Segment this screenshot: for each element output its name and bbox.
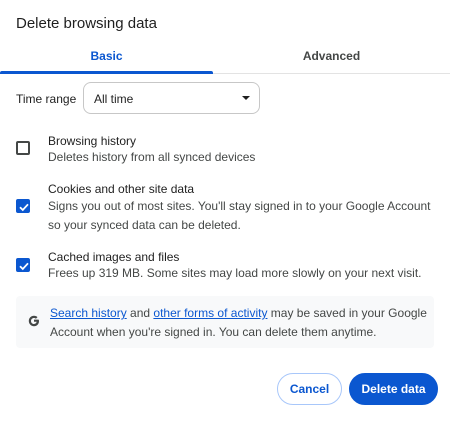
checkmark-icon [19,203,29,212]
option-description: Signs you out of most sites. You'll stay… [48,199,431,232]
tab-basic-label: Basic [90,49,123,63]
dialog-title: Delete browsing data [16,15,157,32]
tab-basic[interactable]: Basic [0,43,213,74]
time-range-select[interactable]: All time [83,82,260,114]
option-title: Cookies and other site data [48,182,195,196]
option-title: Browsing history [48,134,137,148]
checkmark-icon [19,262,29,271]
active-tab-indicator [0,71,213,74]
info-text-part: and [126,306,154,320]
cancel-button[interactable]: Cancel [277,373,342,405]
cookies-checkbox[interactable] [16,199,30,213]
tab-advanced[interactable]: Advanced [213,43,450,73]
search-history-link[interactable]: Search history [50,306,127,320]
time-range-value: All time [94,92,134,106]
option-description: Deletes history from all synced devices [48,150,256,164]
google-account-info-box: Search history and other forms of activi… [16,296,434,348]
tab-bar: Basic Advanced [0,43,450,74]
google-g-icon [28,315,39,327]
info-text: Search history and other forms of activi… [50,304,430,342]
option-description: Frees up 319 MB. Some sites may load mor… [48,266,422,280]
tab-advanced-label: Advanced [302,49,361,63]
delete-browsing-data-dialog: Delete browsing data Basic Advanced Time… [0,0,450,422]
delete-data-button[interactable]: Delete data [349,373,438,405]
dropdown-arrow-icon [242,96,250,100]
cached-images-checkbox[interactable] [16,258,30,272]
time-range-label: Time range [16,92,77,106]
other-activity-link[interactable]: other forms of activity [153,306,267,320]
option-title: Cached images and files [48,250,180,264]
browsing-history-checkbox[interactable] [16,141,30,155]
